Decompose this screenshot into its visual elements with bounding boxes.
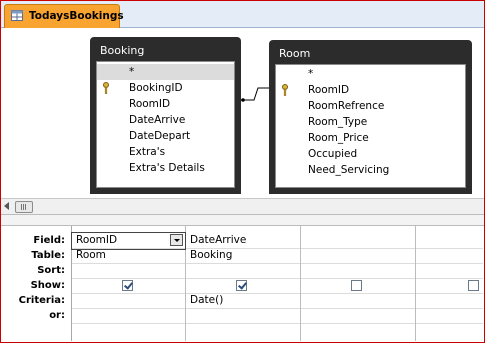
- field-item[interactable]: *: [276, 66, 465, 82]
- show-checkbox[interactable]: [351, 280, 362, 291]
- table-pane: Booking * BookingID RoomID DateArrive Da…: [1, 28, 484, 216]
- criteria-cell[interactable]: [301, 293, 415, 309]
- table-cell[interactable]: [301, 248, 415, 264]
- field-item[interactable]: Room_Type: [276, 114, 465, 130]
- relationship-join-line[interactable]: [240, 83, 272, 103]
- horizontal-scrollbar[interactable]: [1, 198, 484, 214]
- sort-cell[interactable]: [72, 263, 185, 279]
- table-booking[interactable]: Booking * BookingID RoomID DateArrive Da…: [90, 37, 241, 194]
- field-item[interactable]: Occupied: [276, 146, 465, 162]
- document-tab-strip: TodaysBookings: [1, 1, 484, 28]
- field-item[interactable]: Extra's Details: [97, 160, 234, 176]
- field-dropdown-button[interactable]: [170, 234, 183, 246]
- field-item[interactable]: *: [97, 64, 234, 80]
- field-item[interactable]: DateDepart: [97, 128, 234, 144]
- show-checkbox[interactable]: [236, 280, 247, 291]
- key-icon: [103, 82, 109, 94]
- scroll-left-arrow-icon[interactable]: [4, 202, 9, 210]
- field-cell[interactable]: [416, 233, 483, 249]
- criteria-cell[interactable]: Date(): [186, 293, 300, 309]
- table-cell[interactable]: Room: [72, 248, 185, 264]
- or-cell[interactable]: [301, 308, 415, 324]
- field-item[interactable]: Extra's: [97, 144, 234, 160]
- sort-cell[interactable]: [186, 263, 300, 279]
- row-label-or: or:: [49, 310, 65, 321]
- field-list-room: * RoomID RoomRefrence Room_Type Room_Pri…: [275, 64, 466, 188]
- field-item[interactable]: DateArrive: [97, 112, 234, 128]
- grid-column-4[interactable]: [416, 226, 483, 341]
- show-checkbox[interactable]: [468, 280, 479, 291]
- field-list-booking: * BookingID RoomID DateArrive DateDepart…: [96, 61, 235, 188]
- show-cell[interactable]: [186, 278, 300, 294]
- tab-todaysbookings[interactable]: TodaysBookings: [4, 4, 124, 28]
- grid-row-labels: Field: Table: Sort: Show: Criteria: or:: [1, 226, 72, 341]
- show-cell[interactable]: [416, 278, 483, 294]
- or-cell[interactable]: [72, 308, 185, 324]
- criteria-cell[interactable]: [416, 293, 483, 309]
- pane-splitter[interactable]: [1, 214, 484, 226]
- tab-label: TodaysBookings: [29, 10, 124, 22]
- scroll-thumb[interactable]: [15, 201, 33, 213]
- criteria-cell[interactable]: [72, 293, 185, 309]
- table-title-room: Room: [279, 47, 311, 60]
- row-label-show: Show:: [30, 280, 65, 291]
- field-item[interactable]: RoomID: [97, 96, 234, 112]
- row-label-table: Table:: [31, 250, 65, 261]
- field-item[interactable]: Need_Servicing: [276, 162, 465, 178]
- field-item[interactable]: BookingID: [97, 80, 234, 96]
- grid-column-3[interactable]: [301, 226, 416, 341]
- key-icon: [282, 84, 288, 96]
- grid-column-1[interactable]: RoomID Room: [71, 226, 186, 341]
- field-item[interactable]: Room_Price: [276, 130, 465, 146]
- field-item[interactable]: RoomID: [276, 82, 465, 98]
- field-cell[interactable]: RoomID: [71, 232, 186, 250]
- query-icon: [11, 10, 23, 21]
- table-title-booking: Booking: [100, 44, 145, 57]
- or-cell[interactable]: [416, 308, 483, 324]
- row-label-field: Field:: [33, 235, 65, 246]
- table-room[interactable]: Room * RoomID RoomRefrence Room_Type Roo…: [269, 40, 472, 194]
- show-checkbox[interactable]: [122, 280, 133, 291]
- show-cell[interactable]: [301, 278, 415, 294]
- row-label-criteria: Criteria:: [18, 295, 65, 306]
- table-cell[interactable]: [416, 248, 483, 264]
- field-cell[interactable]: DateArrive: [186, 233, 300, 249]
- table-cell[interactable]: Booking: [186, 248, 300, 264]
- sort-cell[interactable]: [416, 263, 483, 279]
- sort-cell[interactable]: [301, 263, 415, 279]
- field-cell[interactable]: [301, 233, 415, 249]
- query-design-grid: Field: Table: Sort: Show: Criteria: or: …: [1, 226, 484, 341]
- show-cell[interactable]: [72, 278, 185, 294]
- row-label-sort: Sort:: [37, 265, 65, 276]
- or-cell[interactable]: [186, 308, 300, 324]
- grid-column-2[interactable]: DateArrive Booking Date(): [186, 226, 301, 341]
- field-item[interactable]: RoomRefrence: [276, 98, 465, 114]
